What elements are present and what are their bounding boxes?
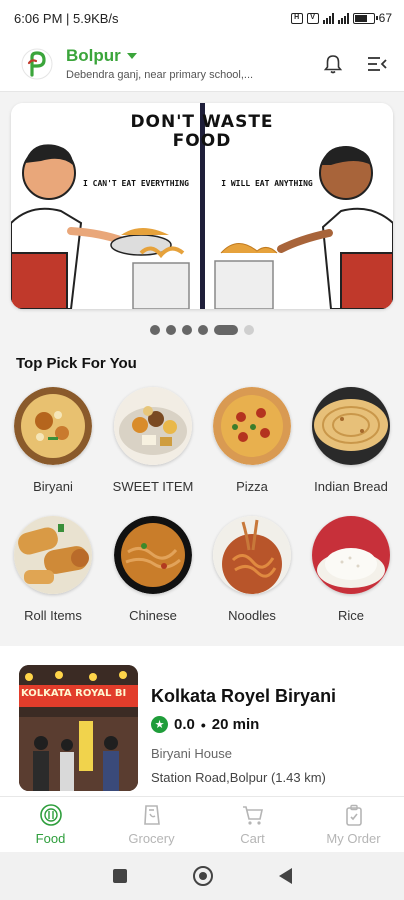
category-label: Indian Bread	[314, 479, 388, 494]
category-rice[interactable]: Rice	[306, 516, 396, 623]
section-title: Top Pick For You	[16, 355, 137, 372]
category-chinese[interactable]: Chinese	[108, 516, 198, 623]
nav-food[interactable]: Food	[0, 797, 101, 852]
carousel-indicator	[0, 325, 404, 335]
category-label: Biryani	[33, 479, 73, 494]
category-label: Rice	[337, 608, 364, 623]
category-label: Pizza	[236, 479, 268, 494]
menu-icon[interactable]	[362, 49, 392, 79]
bread-image	[312, 387, 390, 465]
signal-icon	[322, 12, 334, 24]
carousel-dot[interactable]	[198, 325, 208, 335]
back-button[interactable]	[278, 868, 292, 884]
restaurant-type: Biryani House	[151, 746, 232, 761]
category-label: SWEET ITEM	[112, 479, 194, 494]
category-roll-items[interactable]: Roll Items	[8, 516, 98, 623]
bottom-navigation: Food Grocery Cart My Order	[0, 796, 404, 852]
carousel-dot[interactable]	[182, 325, 192, 335]
nav-label: Grocery	[128, 831, 175, 846]
banner-left-caption: I CAN'T EAT EVERYTHING	[83, 179, 189, 188]
system-navigation-bar	[0, 852, 404, 900]
app-header: Bolpur Debendra ganj, near primary schoo…	[0, 36, 404, 92]
category-label: Noodles	[228, 608, 276, 623]
banner-title: DON'T WASTE FOOD	[130, 112, 274, 151]
bullet-separator: •	[200, 716, 206, 733]
category-pizza[interactable]: Pizza	[207, 387, 297, 494]
city-label: Bolpur	[66, 46, 121, 65]
rice-image	[312, 516, 390, 594]
battery-icon	[352, 12, 378, 24]
restaurant-sign-text: KOLKATA ROYAL BI	[21, 688, 127, 699]
status-bar: 6:06 PM | 5.9KB/s H V 67	[0, 0, 404, 36]
biryani-image	[14, 387, 92, 465]
bell-icon[interactable]	[318, 49, 348, 79]
carousel-dot[interactable]	[150, 325, 160, 335]
status-time: 6:06 PM | 5.9KB/s	[14, 10, 119, 26]
restaurant-card[interactable]: KOLKATA ROYAL BI Kolkata Royel Biryani ★…	[0, 646, 404, 796]
home-button[interactable]	[192, 866, 213, 886]
noodles-image	[213, 516, 291, 594]
restaurant-image: KOLKATA ROYAL BI	[19, 665, 138, 791]
restaurant-rating-row: ★ 0.0 • 20 min	[151, 716, 259, 733]
roll-image	[14, 516, 92, 594]
app-logo	[20, 47, 54, 81]
cart-icon	[241, 803, 265, 827]
category-label: Roll Items	[24, 608, 82, 623]
nav-label: Cart	[240, 831, 265, 846]
chevron-down-icon	[126, 53, 137, 59]
pizza-image	[213, 387, 291, 465]
nav-grocery[interactable]: Grocery	[101, 797, 202, 852]
volte-icon: V	[306, 12, 319, 24]
carousel-dot[interactable]	[166, 325, 176, 335]
category-noodles[interactable]: Noodles	[207, 516, 297, 623]
location-selector[interactable]: Bolpur Debendra ganj, near primary schoo…	[66, 46, 304, 81]
restaurant-name: Kolkata Royel Biryani	[151, 686, 337, 706]
promo-banner[interactable]: DON'T WASTE FOOD I CAN'T EAT EVERYTHING …	[11, 103, 393, 309]
delivery-time: 20 min	[211, 716, 260, 733]
recents-button[interactable]	[112, 869, 127, 883]
sweets-image	[114, 387, 192, 465]
banner-right-caption: I WILL EAT ANYTHING	[221, 179, 313, 188]
carousel-dot-active[interactable]	[214, 325, 238, 335]
nav-cart[interactable]: Cart	[202, 797, 303, 852]
star-icon: ★	[151, 716, 168, 733]
status-icons: H V 67	[290, 11, 392, 25]
nav-label: My Order	[326, 831, 381, 846]
category-label: Chinese	[129, 608, 177, 623]
hd-icon: H	[290, 12, 303, 24]
restaurant-address: Station Road,Bolpur (1.43 km)	[151, 770, 326, 785]
order-icon	[342, 803, 366, 827]
nav-my-order[interactable]: My Order	[303, 797, 404, 852]
food-icon	[39, 803, 63, 827]
category-sweet-item[interactable]: SWEET ITEM	[108, 387, 198, 494]
carousel-dot[interactable]	[244, 325, 254, 335]
category-biryani[interactable]: Biryani	[8, 387, 98, 494]
battery-level: 67	[378, 11, 392, 25]
nav-label: Food	[35, 831, 66, 846]
signal-icon	[337, 12, 349, 24]
address-label: Debendra ganj, near primary school,...	[66, 69, 254, 81]
category-indian-bread[interactable]: Indian Bread	[306, 387, 396, 494]
rating-value: 0.0	[174, 716, 195, 733]
grocery-icon	[140, 803, 164, 827]
chinese-image	[114, 516, 192, 594]
